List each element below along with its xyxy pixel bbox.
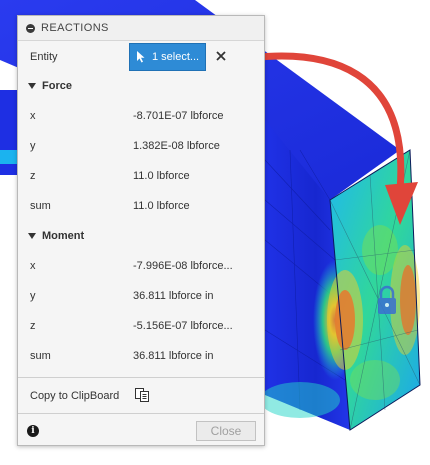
force-sum-label: sum xyxy=(30,200,51,212)
moment-sum-value: 36.811 lbforce in xyxy=(133,350,214,362)
divider xyxy=(18,413,264,414)
stress-spot-lower xyxy=(260,382,340,418)
force-row-sum: sum 11.0 lbforce xyxy=(18,191,264,221)
model-left-cyan xyxy=(0,150,17,164)
divider xyxy=(18,377,264,378)
entity-label: Entity xyxy=(30,51,58,63)
moment-z-value: -5.156E-07 lbforce... xyxy=(133,320,233,332)
entity-select-button[interactable]: 1 select... xyxy=(129,43,206,71)
info-icon[interactable]: i xyxy=(27,425,39,437)
close-button[interactable]: Close xyxy=(196,421,256,441)
force-x-value: -8.701E-07 lbforce xyxy=(133,110,224,122)
close-icon[interactable] xyxy=(214,49,228,63)
force-header-label: Force xyxy=(42,80,72,92)
moment-y-value: 36.811 lbforce in xyxy=(133,290,214,302)
panel-title: REACTIONS xyxy=(41,22,109,34)
force-z-value: 11.0 lbforce xyxy=(133,170,190,182)
force-x-label: x xyxy=(30,110,36,122)
cursor-icon xyxy=(137,51,145,63)
force-z-label: z xyxy=(30,170,36,182)
collapse-icon[interactable] xyxy=(26,23,35,33)
entity-select-label: 1 select... xyxy=(152,51,200,63)
moment-x-label: x xyxy=(30,260,36,272)
moment-row-x: x -7.996E-08 lbforce... xyxy=(18,251,264,281)
triangle-down-icon xyxy=(28,83,36,89)
moment-z-label: z xyxy=(30,320,36,332)
moment-row-y: y 36.811 lbforce in xyxy=(18,281,264,311)
force-sum-value: 11.0 lbforce xyxy=(133,200,190,212)
triangle-down-icon xyxy=(28,233,36,239)
clipboard-icon[interactable] xyxy=(134,387,150,403)
moment-row-z: z -5.156E-07 lbforce... xyxy=(18,311,264,341)
moment-group-header[interactable]: Moment xyxy=(28,230,84,242)
moment-sum-label: sum xyxy=(30,350,51,362)
moment-header-label: Moment xyxy=(42,230,85,242)
moment-x-value: -7.996E-08 lbforce... xyxy=(133,260,233,272)
force-row-z: z 11.0 lbforce xyxy=(18,161,264,191)
force-y-value: 1.382E-08 lbforce xyxy=(133,140,220,152)
force-row-y: y 1.382E-08 lbforce xyxy=(18,131,264,161)
force-y-label: y xyxy=(30,140,36,152)
moment-y-label: y xyxy=(30,290,36,302)
force-group-header[interactable]: Force xyxy=(28,80,72,92)
moment-row-sum: sum 36.811 lbforce in xyxy=(18,341,264,371)
panel-header: REACTIONS xyxy=(18,16,264,41)
force-row-x: x -8.701E-07 lbforce xyxy=(18,101,264,131)
copy-label: Copy to ClipBoard xyxy=(30,390,120,402)
reactions-panel: REACTIONS Entity 1 select... Force x -8.… xyxy=(17,15,265,446)
